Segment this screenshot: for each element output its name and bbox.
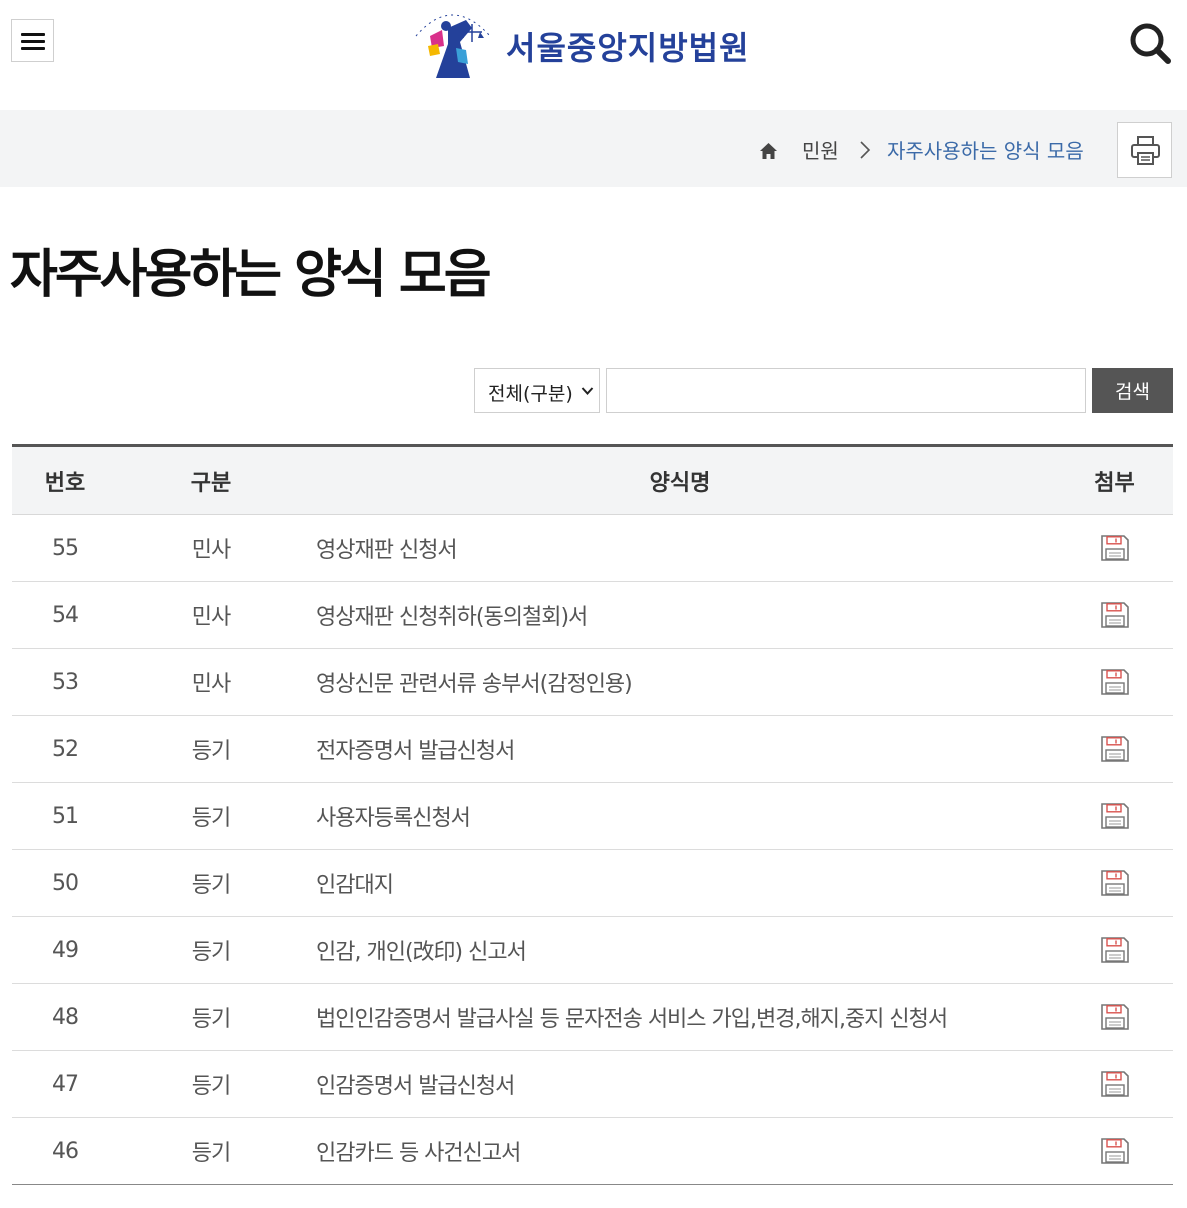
table-row: 55 민사 영상재판 신청서 [12, 514, 1173, 582]
table-row: 53 민사 영상신문 관련서류 송부서(감정인용) [12, 648, 1173, 716]
row-category: 등기 [118, 715, 304, 783]
row-number: 46 [12, 1117, 118, 1185]
row-number: 48 [12, 983, 118, 1051]
court-logo[interactable]: 서울중앙지방법원 [408, 2, 750, 82]
category-select-value: 전체(구분) [488, 383, 573, 405]
file-download-icon[interactable] [1100, 869, 1130, 897]
row-attachment [1056, 715, 1173, 783]
file-download-icon[interactable] [1100, 1137, 1130, 1165]
header-form-name: 양식명 [304, 444, 1056, 515]
row-form-name-link[interactable]: 사용자등록신청서 [304, 782, 1056, 850]
row-category: 등기 [118, 983, 304, 1051]
print-button[interactable] [1117, 122, 1172, 178]
court-emblem-icon [415, 14, 491, 78]
search-form: 전체(구분) 검색 [0, 368, 1187, 413]
row-attachment [1056, 849, 1173, 917]
row-attachment [1056, 648, 1173, 716]
breadcrumb-item-minwon[interactable]: 민원 [802, 135, 839, 164]
hamburger-icon-bar [21, 47, 45, 50]
table-row: 52 등기 전자증명서 발급신청서 [12, 715, 1173, 783]
table-row: 48 등기 법인인감증명서 발급사실 등 문자전송 서비스 가입,변경,해지,중지 … [12, 983, 1173, 1051]
printer-icon [1131, 136, 1160, 165]
row-category: 민사 [118, 514, 304, 582]
row-number: 54 [12, 581, 118, 649]
row-number: 55 [12, 514, 118, 582]
row-form-name-link[interactable]: 인감대지 [304, 849, 1056, 917]
file-download-icon[interactable] [1100, 802, 1130, 830]
row-form-name-link[interactable]: 인감증명서 발급신청서 [304, 1050, 1056, 1118]
row-form-name-link[interactable]: 전자증명서 발급신청서 [304, 715, 1056, 783]
row-number: 51 [12, 782, 118, 850]
row-number: 50 [12, 849, 118, 917]
table-row: 54 민사 영상재판 신청취하(동의철회)서 [12, 581, 1173, 649]
breadcrumb-item-current[interactable]: 자주사용하는 양식 모음 [887, 135, 1084, 164]
header-number: 번호 [12, 444, 118, 515]
row-attachment [1056, 1117, 1173, 1185]
row-attachment [1056, 782, 1173, 850]
logo-text: 서울중앙지방법원 [506, 29, 750, 67]
row-attachment [1056, 1050, 1173, 1118]
row-category: 등기 [118, 849, 304, 917]
row-attachment [1056, 514, 1173, 582]
row-category: 등기 [118, 916, 304, 984]
menu-button[interactable] [11, 19, 54, 62]
row-attachment [1056, 916, 1173, 984]
row-number: 49 [12, 916, 118, 984]
table-row: 51 등기 사용자등록신청서 [12, 782, 1173, 850]
file-download-icon[interactable] [1100, 1070, 1130, 1098]
row-number: 47 [12, 1050, 118, 1118]
forms-table: 번호 구분 양식명 첨부 55 민사 영상재판 신청서 54 민사 영상재판 신청취하(동… [12, 444, 1173, 1185]
chevron-right-icon [860, 141, 871, 159]
search-icon[interactable] [1128, 21, 1172, 65]
table-header-row: 번호 구분 양식명 첨부 [12, 444, 1173, 515]
file-download-icon[interactable] [1100, 601, 1130, 629]
row-number: 53 [12, 648, 118, 716]
row-category: 민사 [118, 581, 304, 649]
breadcrumb: 민원 자주사용하는 양식 모음 [0, 110, 1187, 187]
page-title: 자주사용하는 양식 모음 [10, 245, 492, 305]
table-row: 50 등기 인감대지 [12, 849, 1173, 917]
row-form-name-link[interactable]: 법인인감증명서 발급사실 등 문자전송 서비스 가입,변경,해지,중지 신청서 [304, 983, 1056, 1051]
table-row: 46 등기 인감카드 등 사건신고서 [12, 1117, 1173, 1185]
row-attachment [1056, 983, 1173, 1051]
row-category: 등기 [118, 1117, 304, 1185]
hamburger-icon [21, 33, 45, 36]
row-category: 등기 [118, 782, 304, 850]
category-select[interactable]: 전체(구분) [474, 368, 600, 413]
home-icon[interactable] [759, 142, 778, 160]
table-row: 47 등기 인감증명서 발급신청서 [12, 1050, 1173, 1118]
table-row: 49 등기 인감, 개인(改印) 신고서 [12, 916, 1173, 984]
file-download-icon[interactable] [1100, 534, 1130, 562]
file-download-icon[interactable] [1100, 1003, 1130, 1031]
file-download-icon[interactable] [1100, 936, 1130, 964]
row-attachment [1056, 581, 1173, 649]
row-form-name-link[interactable]: 영상재판 신청서 [304, 514, 1056, 582]
search-button[interactable]: 검색 [1092, 368, 1173, 413]
row-form-name-link[interactable]: 인감카드 등 사건신고서 [304, 1117, 1056, 1185]
hamburger-icon-bar [21, 40, 45, 43]
row-form-name-link[interactable]: 인감, 개인(改印) 신고서 [304, 916, 1056, 984]
row-category: 민사 [118, 648, 304, 716]
row-form-name-link[interactable]: 영상신문 관련서류 송부서(감정인용) [304, 648, 1056, 716]
search-input[interactable] [606, 368, 1086, 413]
file-download-icon[interactable] [1100, 735, 1130, 763]
header-category: 구분 [118, 444, 304, 515]
file-download-icon[interactable] [1100, 668, 1130, 696]
chevron-down-icon [581, 387, 594, 395]
header-attachment: 첨부 [1056, 444, 1173, 515]
row-category: 등기 [118, 1050, 304, 1118]
row-form-name-link[interactable]: 영상재판 신청취하(동의철회)서 [304, 581, 1056, 649]
site-header: 서울중앙지방법원 [0, 0, 1187, 110]
row-number: 52 [12, 715, 118, 783]
